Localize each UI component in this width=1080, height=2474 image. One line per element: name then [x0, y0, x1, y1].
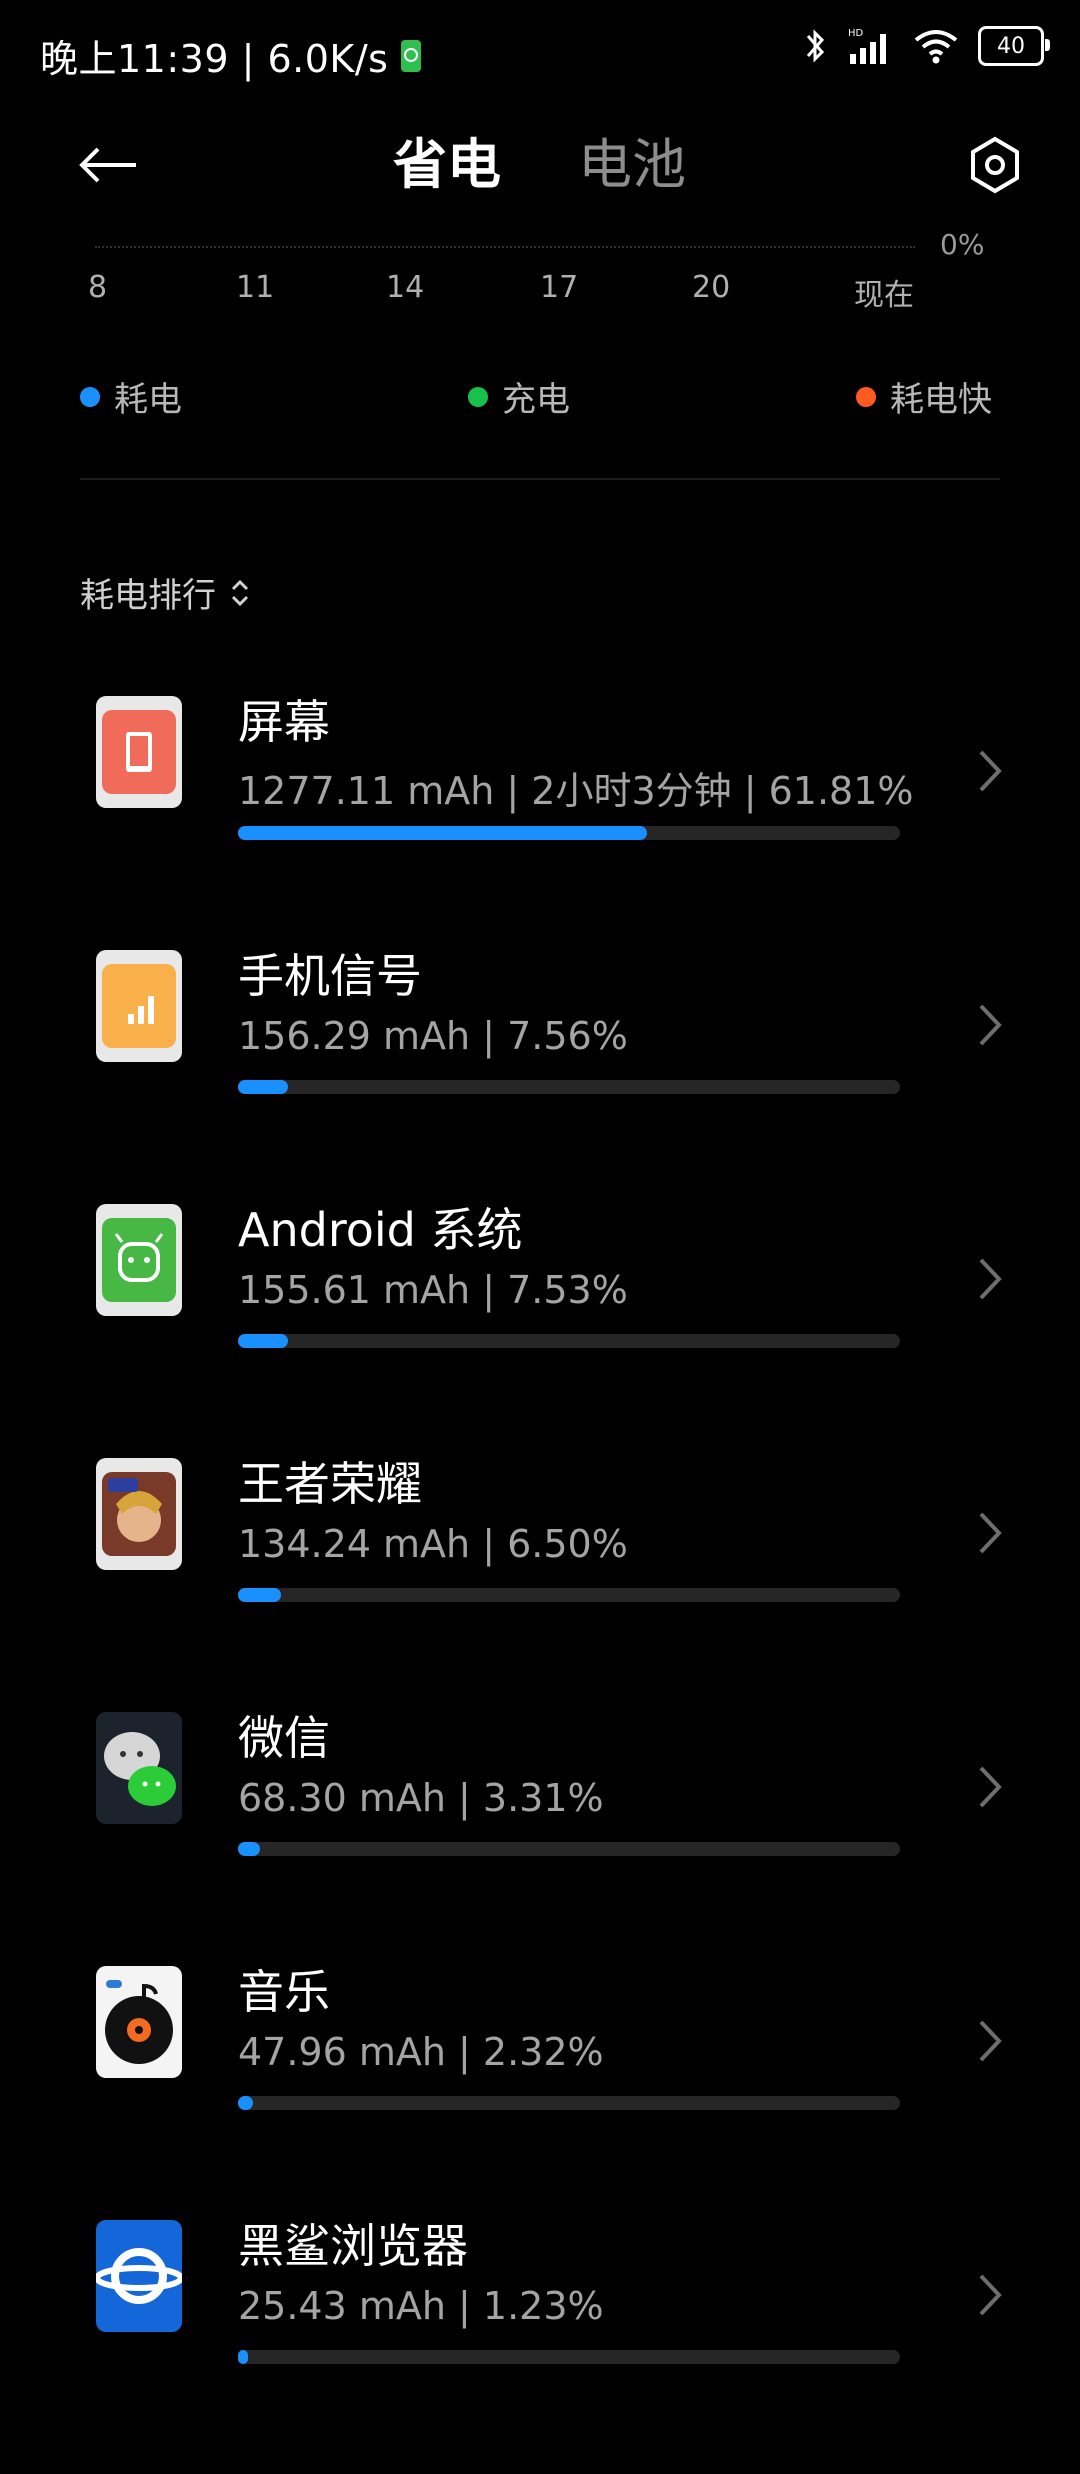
usage-bar [238, 826, 900, 840]
settings-button[interactable] [962, 132, 1028, 198]
chevron-right-icon [979, 1258, 1002, 1300]
list-item-music[interactable]: 音乐 47.96 mAh | 2.32% [0, 1965, 1080, 2220]
list-item-signal[interactable]: 手机信号 156.29 mAh | 7.56% [0, 949, 1080, 1204]
legend-dot-green [468, 386, 488, 407]
android-icon [96, 1204, 182, 1316]
rank-title: 耗电排行 [80, 576, 216, 616]
chevron-right-icon [979, 1766, 1002, 1808]
usage-bar-fill [238, 826, 648, 840]
usage-bar-fill [238, 1334, 288, 1348]
legend-dot-blue [80, 386, 100, 407]
app-name: 王者荣耀 [238, 1457, 422, 1511]
usage-bar [238, 1588, 900, 1602]
x-tick: 现在 [854, 278, 914, 313]
usage-bar [238, 2350, 900, 2364]
usage-bar-fill [238, 1842, 260, 1856]
wechat-icon [96, 1712, 182, 1824]
chart-gridline [95, 246, 915, 248]
x-tick: 11 [236, 270, 275, 305]
usage-bar [238, 2096, 900, 2110]
app-usage: 134.24 mAh | 6.50% [238, 1522, 628, 1566]
chevron-right-icon [979, 750, 1002, 792]
list-item-honor-of-kings[interactable]: 王者荣耀 134.24 mAh | 6.50% [0, 1457, 1080, 1712]
tab-battery[interactable]: 电池 [578, 130, 686, 200]
app-usage: 155.61 mAh | 7.53% [238, 1268, 628, 1312]
battery-level: 40 [997, 33, 1025, 59]
status-icons: HD 40 [802, 26, 1050, 66]
legend-label: 充电 [502, 380, 570, 420]
chevron-right-icon [979, 1004, 1002, 1046]
legend-label: 耗电 [114, 380, 182, 420]
usage-bar [238, 1842, 900, 1856]
bluetooth-icon [806, 29, 825, 63]
x-tick: 14 [386, 270, 425, 305]
browser-icon [96, 2220, 182, 2332]
legend-item-charge: 充电 [468, 372, 570, 421]
app-usage: 1277.11 mAh | 2小时3分钟 | 61.81% [238, 769, 914, 813]
signal-hd-icon: HD [848, 28, 886, 64]
x-tick: 8 [88, 270, 108, 305]
chevron-right-icon [979, 1512, 1002, 1554]
app-usage: 47.96 mAh | 2.32% [238, 2030, 604, 2074]
legend-label: 耗电快 [890, 380, 992, 420]
status-time-text: 晚上11:39 | 6.0K/s [40, 37, 389, 81]
app-name: 音乐 [238, 1965, 330, 2019]
legend-dot-orange [856, 386, 876, 407]
app-name: 黑鲨浏览器 [238, 2219, 468, 2273]
x-tick: 17 [540, 270, 579, 305]
app-name: 屏幕 [238, 695, 330, 749]
sort-arrows-icon [231, 579, 249, 606]
status-time-speed: 晚上11:39 | 6.0K/s [40, 28, 422, 83]
usage-bar-fill [238, 2096, 254, 2110]
tab-power-saving[interactable]: 省电 [393, 130, 501, 200]
legend-item-discharge: 耗电 [80, 372, 182, 421]
battery-icon: 40 [978, 26, 1050, 66]
chevron-right-icon [979, 2020, 1002, 2062]
back-arrow-icon [79, 147, 136, 183]
list-item-wechat[interactable]: 微信 68.30 mAh | 3.31% [0, 1711, 1080, 1966]
list-item-android[interactable]: Android 系统 155.61 mAh | 7.53% [0, 1203, 1080, 1458]
usage-bar-fill [238, 1588, 282, 1602]
usage-bar-fill [238, 2350, 248, 2364]
app-usage: 156.29 mAh | 7.56% [238, 1014, 628, 1058]
usage-bar [238, 1080, 900, 1094]
app-usage: 68.30 mAh | 3.31% [238, 1776, 604, 1820]
list-item-black-shark-browser[interactable]: 黑鲨浏览器 25.43 mAh | 1.23% [0, 2219, 1080, 2474]
chevron-right-icon [979, 2274, 1002, 2316]
app-name: Android 系统 [238, 1203, 523, 1257]
signal-icon [96, 950, 182, 1062]
usage-bar [238, 1334, 900, 1348]
x-tick: 20 [692, 270, 731, 305]
wifi-icon [914, 30, 958, 64]
settings-icon [971, 136, 1019, 194]
usage-bar-fill [238, 1080, 289, 1094]
legend-item-fast-drain: 耗电快 [856, 372, 992, 421]
app-name: 手机信号 [238, 949, 422, 1003]
chart-x-axis: 8 11 14 17 20 现在 [80, 270, 940, 314]
divider [80, 478, 1000, 480]
sort-toggle[interactable]: 耗电排行 [80, 568, 250, 617]
screen-icon [96, 696, 182, 808]
app-name: 微信 [238, 1711, 330, 1765]
notification-app-icon [401, 39, 422, 72]
list-item-screen[interactable]: 屏幕 1277.11 mAh | 2小时3分钟 | 61.81% [0, 695, 1080, 950]
chart-y-label: 0% [940, 228, 985, 261]
music-icon [96, 1966, 182, 2078]
game-icon [96, 1458, 182, 1570]
back-button[interactable] [72, 130, 142, 200]
svg-text:HD: HD [848, 28, 864, 39]
app-usage: 25.43 mAh | 1.23% [238, 2284, 604, 2328]
